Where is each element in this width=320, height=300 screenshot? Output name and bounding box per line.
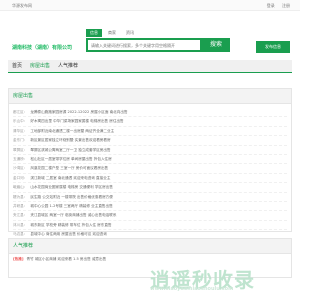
- nav-hot[interactable]: 人气推荐: [54, 60, 82, 72]
- listings-panel: 房屋出售 都江区： 龙腾泰山跑跑家园房源 2022-12022 房屋小区面 南北向…: [8, 88, 292, 240]
- item-area: 乐山中：: [13, 119, 28, 124]
- watermark-logo: 逍遥秒收录 www.xiaoyaomiaoshoulu.com: [150, 264, 255, 293]
- hot-tag: [热推]: [13, 257, 24, 261]
- item-area: 峨眉山：: [13, 185, 28, 190]
- item-area: 都江区：: [13, 110, 28, 114]
- list-item[interactable]: 夹江县： 夹江县城区 两室一厅 临街商铺出售 诚心出售电话联系: [13, 211, 287, 221]
- item-text[interactable]: 民生路 公交站附近 一楼带院 出售价格优惠看房方便: [30, 195, 113, 199]
- list-item[interactable]: 峨眉山： 山水花园商业圈家属楼 电梯房 交通便利 学区房出售: [13, 183, 287, 193]
- item-area: 犍为县：: [13, 194, 28, 199]
- header: 湖南科技（湖南）有限公司 信息 商家 资讯 搜索 发布信息: [0, 11, 300, 59]
- search-tab-info[interactable]: 信息: [86, 29, 102, 37]
- item-text[interactable]: 县城中心 商住两用 房屋出售 价格可议 欢迎咨询: [30, 232, 106, 236]
- item-text[interactable]: 夹江县城区 两室一厅 临街商铺出售 诚心出售电话联系: [30, 213, 116, 217]
- item-area: 井研县：: [13, 203, 28, 208]
- search-button[interactable]: 搜索: [202, 38, 230, 52]
- list-item[interactable]: 乐山中： 好木寓四出里 中华门菜场家园家属楼 电梯房出售 房住出售: [13, 117, 287, 127]
- item-text[interactable]: 城中心公园 1-2号楼 三室两厅 精装修 业主直售出售: [30, 204, 112, 208]
- login-link[interactable]: 登录: [267, 3, 275, 8]
- item-text[interactable]: 工地部附近南北通透二楼一出房屋 两证齐全满二业主: [30, 129, 114, 133]
- list-item[interactable]: 沐川县： 城东新区 学校旁 精装修 带车位 拎包入住 房东直售: [13, 221, 287, 231]
- item-text[interactable]: 好木寓四出里 中华门菜场家园家属楼 电梯房出售 房住出售: [30, 119, 123, 123]
- list-item[interactable]: 沙湾区： 凤凰花园二楼户型 三室一厅 房价可面议看房出售: [13, 164, 287, 174]
- hot-item-text[interactable]: 青竹 城区小区商铺 欢迎来看 1.5 房出售 诚意出售: [26, 257, 106, 261]
- item-text[interactable]: 山水花园商业圈家属楼 电梯房 交通便利 学区房出售: [30, 185, 113, 189]
- search-tabs: 信息 商家 资讯: [86, 29, 230, 37]
- main-nav: 首页 房屋出售 人气推荐: [8, 60, 292, 73]
- list-item[interactable]: 清华区： 工地部附近南北通透二楼一出房屋 两证齐全满二业主: [13, 127, 287, 137]
- listings-title: 房屋出售: [9, 89, 291, 104]
- site-logo[interactable]: 湖南科技（湖南）有限公司: [12, 44, 72, 51]
- search-input[interactable]: [86, 38, 202, 52]
- item-text[interactable]: 新区景区居家独立环绕别墅 实景出售欢迎看房看房: [30, 138, 110, 142]
- search-tab-news[interactable]: 资讯: [122, 29, 138, 37]
- top-bar: 华源发布网 登录 注册: [0, 0, 300, 11]
- item-text[interactable]: 凤凰花园二楼户型 三室一厅 房价可面议看房出售: [30, 166, 108, 170]
- item-area: 五通桥：: [13, 156, 28, 161]
- search-tab-merchant[interactable]: 商家: [104, 29, 120, 37]
- nav-home[interactable]: 首页: [8, 60, 26, 72]
- register-link[interactable]: 注册: [282, 3, 290, 8]
- publish-button[interactable]: 发布信息: [256, 41, 290, 53]
- search-area: 信息 商家 资讯 搜索: [86, 29, 230, 52]
- list-item[interactable]: 翠屏区： 翠屏区滨城公寓两室二厅一卫 独立成套学区房出售: [13, 146, 287, 155]
- item-text[interactable]: 城东新区 学校旁 精装修 带车位 拎包入住 房东直售: [30, 223, 111, 227]
- item-area: 马边县：: [13, 232, 28, 237]
- hot-title: 人气推荐: [9, 239, 291, 254]
- listings-list: 都江区： 龙腾泰山跑跑家园房源 2022-12022 房屋小区面 南北向出售 乐山…: [9, 104, 291, 243]
- list-item[interactable]: 井研县： 城中心公园 1-2号楼 三室两厅 精装修 业主直售出售: [13, 202, 287, 212]
- list-item[interactable]: 金东门： 新区景区居家独立环绕别墅 实景出售欢迎看房看房: [13, 136, 287, 146]
- item-area: 夹江县：: [13, 213, 28, 218]
- item-text[interactable]: 翠屏区滨城公寓两室二厅一卫 独立成套学区房出售: [30, 148, 110, 152]
- list-item[interactable]: 金口河： 滨江新城 二居室 南北通透 欢迎来电咨询 直接业主: [13, 174, 287, 184]
- item-area: 清华区：: [13, 128, 28, 133]
- item-area: 翠屏区：: [13, 147, 28, 152]
- list-item[interactable]: 都江区： 龙腾泰山跑跑家园房源 2022-12022 房屋小区面 南北向出售: [13, 108, 287, 118]
- item-text[interactable]: 滨江新城 二居室 南北通透 欢迎来电咨询 直接业主: [30, 176, 110, 180]
- top-links: 登录 注册: [261, 3, 290, 9]
- search-box: 搜索: [86, 38, 230, 52]
- item-text[interactable]: 松山社区一居室带学位房 单间房屋出售 拎包入住房: [30, 157, 111, 161]
- watermark-url: www.xiaoyaomiaoshoulu.com: [150, 286, 234, 292]
- nav-house-sale[interactable]: 房屋出售: [26, 60, 54, 72]
- item-area: 金口河：: [13, 175, 28, 180]
- welcome-text: 华源发布网: [12, 3, 32, 8]
- item-area: 金东门：: [13, 138, 28, 143]
- item-area: 沙湾区：: [13, 166, 28, 171]
- list-item[interactable]: 犍为县： 民生路 公交站附近 一楼带院 出售价格优惠看房方便: [13, 193, 287, 202]
- list-item[interactable]: 五通桥： 松山社区一居室带学位房 单间房屋出售 拎包入住房: [13, 155, 287, 165]
- item-text[interactable]: 龙腾泰山跑跑家园房源 2022-12022 房屋小区面 南北向出售: [30, 110, 127, 114]
- item-area: 沐川县：: [13, 222, 28, 227]
